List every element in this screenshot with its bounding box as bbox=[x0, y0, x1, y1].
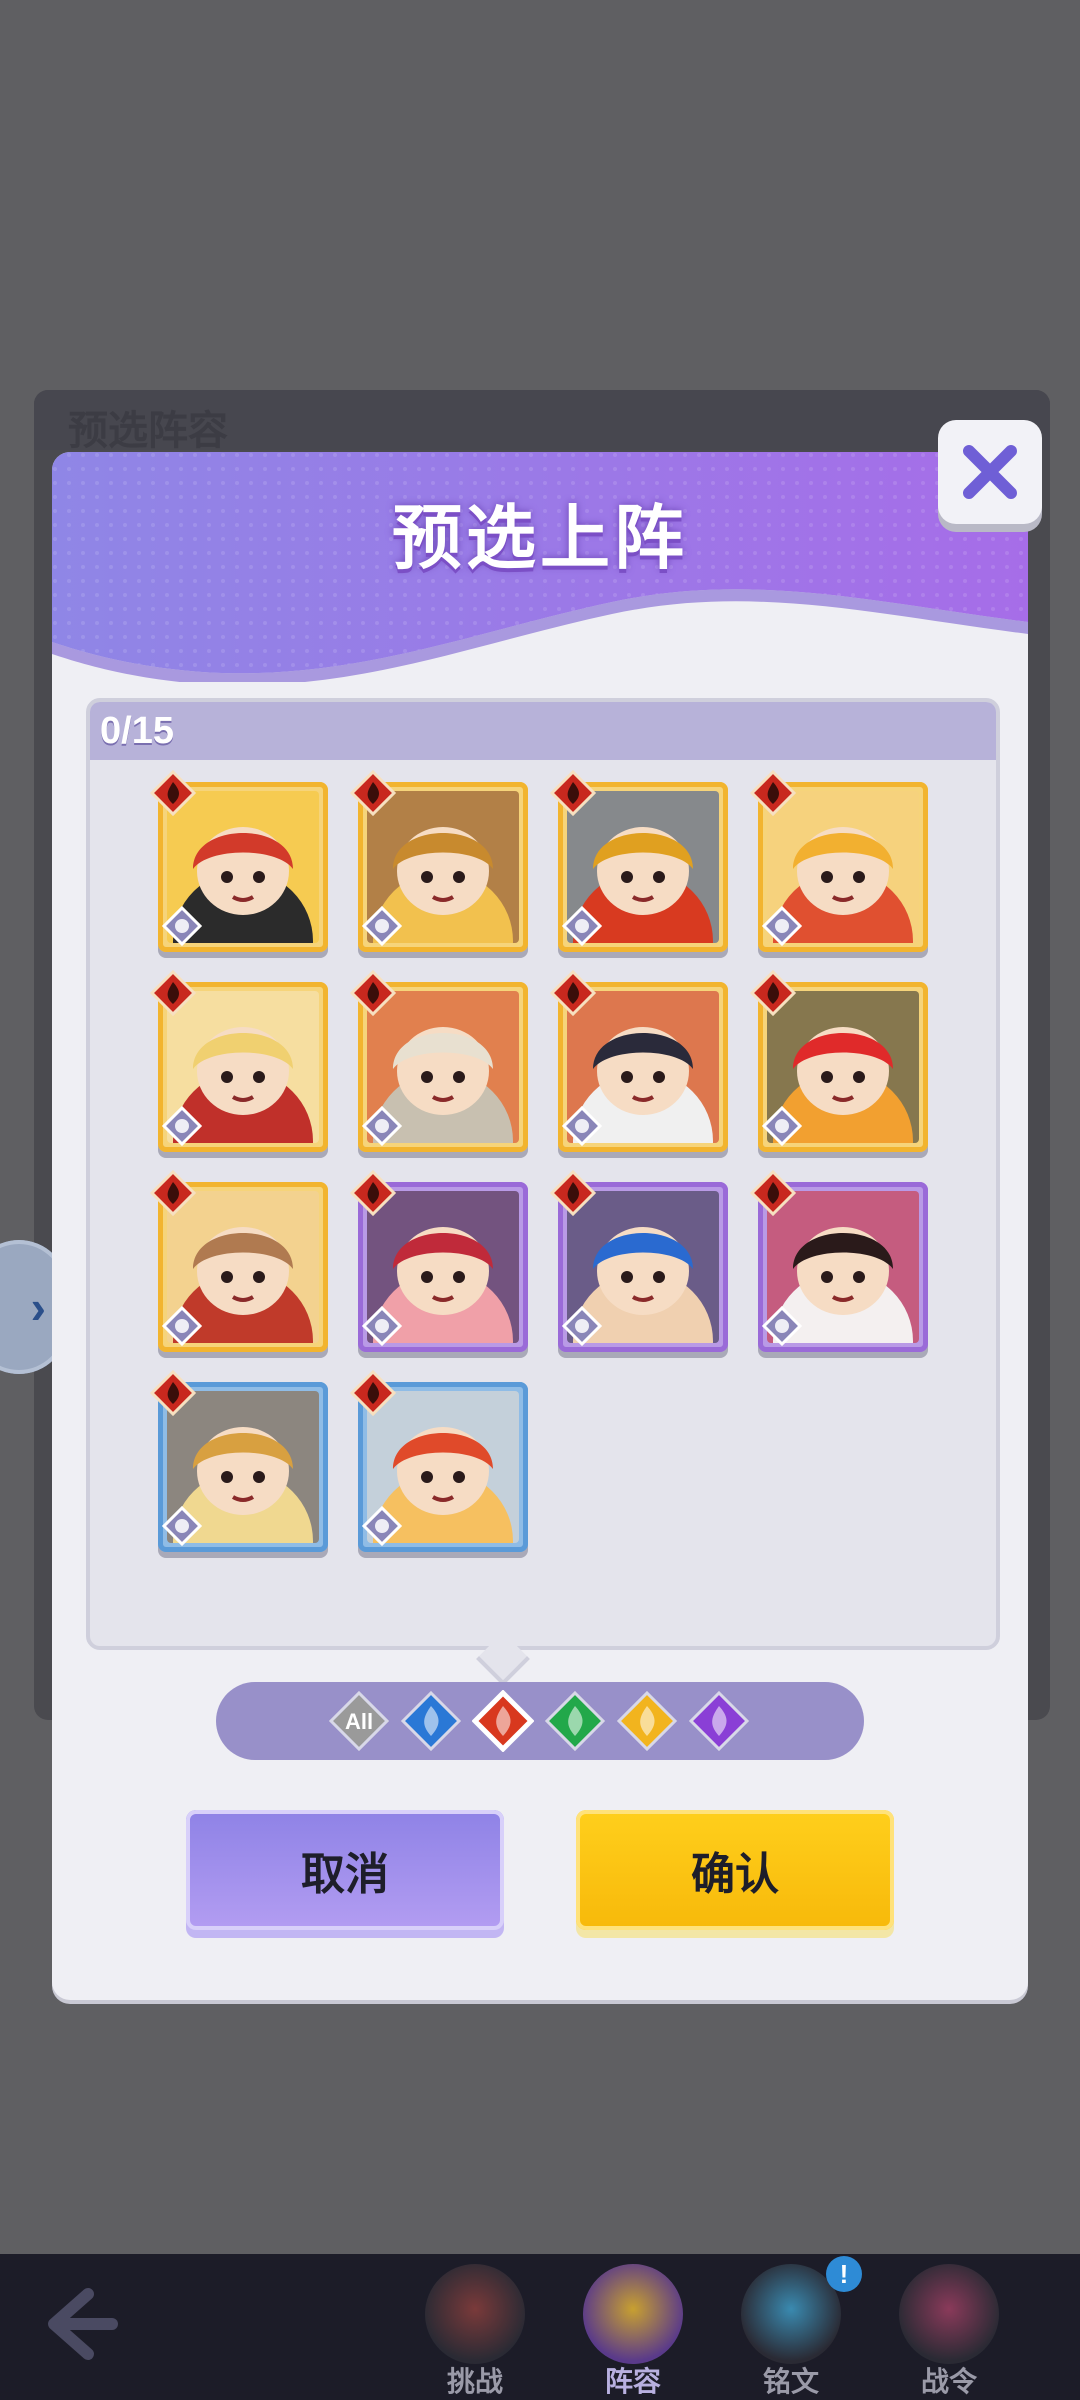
warrior-class-icon bbox=[162, 1506, 202, 1546]
fire-element-icon bbox=[350, 770, 396, 816]
mage-class-icon bbox=[362, 1306, 402, 1346]
warrior-class-icon bbox=[162, 906, 202, 946]
nav-tab-label: 铭文 bbox=[762, 2366, 819, 2397]
hero-card[interactable] bbox=[150, 1370, 328, 1552]
confirm-label: 确认 bbox=[691, 1850, 779, 1899]
hero-card[interactable] bbox=[750, 970, 928, 1152]
nav-tab-lineup[interactable]: 阵容 bbox=[568, 2254, 698, 2400]
nav-tab-label: 战令 bbox=[920, 2366, 977, 2397]
filter-all-label: All bbox=[345, 1709, 373, 1734]
modal-header: 预选上阵 bbox=[52, 452, 1028, 686]
filter-light-icon[interactable] bbox=[616, 1690, 678, 1752]
ranger-class-icon bbox=[362, 906, 402, 946]
hero-list-panel: 0/15 bbox=[86, 698, 1000, 1650]
modal-title: 预选上阵 bbox=[392, 499, 688, 577]
fire-element-icon bbox=[750, 770, 796, 816]
cancel-button[interactable]: 取消 bbox=[186, 1810, 504, 1930]
hero-card[interactable] bbox=[550, 970, 728, 1152]
fire-element-icon bbox=[350, 1170, 396, 1216]
hero-card[interactable] bbox=[550, 1170, 728, 1352]
fire-element-icon bbox=[550, 1170, 596, 1216]
support-class-icon bbox=[162, 1106, 202, 1146]
filter-all-button[interactable]: All bbox=[328, 1690, 390, 1752]
filter-dark-icon[interactable] bbox=[688, 1690, 750, 1752]
hero-card[interactable] bbox=[350, 770, 528, 952]
filter-wind-icon[interactable] bbox=[544, 1690, 606, 1752]
filter-water-icon[interactable] bbox=[400, 1690, 462, 1752]
fire-element-icon bbox=[350, 1370, 396, 1416]
hero-card[interactable] bbox=[750, 770, 928, 952]
notification-badge: ! bbox=[826, 2256, 862, 2292]
hero-card[interactable] bbox=[350, 1170, 528, 1352]
fire-element-icon bbox=[150, 1170, 196, 1216]
confirm-button[interactable]: 确认 bbox=[576, 1810, 894, 1930]
background-panel-title: 预选阵容 bbox=[68, 409, 228, 453]
battle-pass-icon bbox=[899, 2264, 999, 2364]
hero-card[interactable] bbox=[350, 970, 528, 1152]
warrior-class-icon bbox=[762, 1106, 802, 1146]
ranger-class-icon bbox=[762, 1306, 802, 1346]
lineup-icon bbox=[583, 2264, 683, 2364]
nav-tab-label: 挑战 bbox=[446, 2366, 503, 2397]
hero-card[interactable] bbox=[350, 1370, 528, 1552]
fire-element-icon bbox=[550, 970, 596, 1016]
tank-class-icon bbox=[362, 1106, 402, 1146]
back-arrow-icon[interactable] bbox=[28, 2276, 124, 2372]
hero-card[interactable] bbox=[150, 770, 328, 952]
element-filter-bar bbox=[216, 1682, 864, 1760]
tank-class-icon bbox=[362, 1506, 402, 1546]
fire-element-icon bbox=[350, 970, 396, 1016]
fire-element-icon bbox=[750, 1170, 796, 1216]
fire-element-icon bbox=[150, 770, 196, 816]
fire-element-icon bbox=[750, 970, 796, 1016]
tank-class-icon bbox=[162, 1306, 202, 1346]
mage-class-icon bbox=[562, 906, 602, 946]
chevron-right-icon: › bbox=[30, 1281, 46, 1333]
nav-tab-label: 阵容 bbox=[604, 2366, 661, 2397]
assassin-class-icon bbox=[562, 1306, 602, 1346]
warrior-class-icon bbox=[762, 906, 802, 946]
fire-element-icon bbox=[150, 1370, 196, 1416]
hero-card[interactable] bbox=[750, 1170, 928, 1352]
challenge-icon bbox=[425, 2264, 525, 2364]
hero-card[interactable] bbox=[150, 1170, 328, 1352]
close-icon bbox=[963, 445, 1017, 499]
close-button[interactable] bbox=[938, 420, 1042, 524]
fire-element-icon bbox=[550, 770, 596, 816]
assassin-class-icon bbox=[562, 1106, 602, 1146]
fire-element-icon bbox=[150, 970, 196, 1016]
hero-grid bbox=[90, 702, 996, 1646]
filter-fire-icon[interactable] bbox=[472, 1690, 534, 1752]
hero-card[interactable] bbox=[550, 770, 728, 952]
nav-tab-battle-pass[interactable]: 战令 bbox=[884, 2254, 1014, 2400]
hero-card[interactable] bbox=[150, 970, 328, 1152]
cancel-label: 取消 bbox=[301, 1850, 389, 1899]
nav-tab-challenge[interactable]: 挑战 bbox=[410, 2254, 540, 2400]
